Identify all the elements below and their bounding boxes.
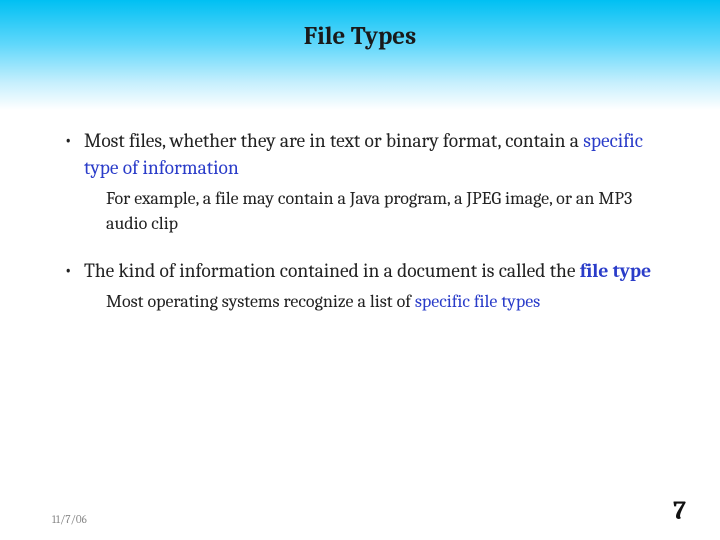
footer-page-number: 7: [673, 496, 686, 526]
bullet-subtext: For example, a file may contain a Java p…: [62, 187, 674, 236]
subtext-accent: specific file types: [415, 291, 540, 312]
slide-body: Most files, whether they are in text or …: [0, 110, 720, 315]
slide-title: File Types: [304, 22, 417, 51]
slide-footer: 11/7/06 7: [0, 496, 720, 526]
footer-date: 11/7/06: [52, 513, 87, 526]
bullet-item: The kind of information contained in a d…: [62, 258, 674, 285]
bullet-subtext: Most operating systems recognize a list …: [62, 290, 674, 314]
bullet-text-pre: The kind of information contained in a d…: [84, 259, 580, 282]
header-band: File Types: [0, 0, 720, 110]
bullet-text-accent: file type: [580, 259, 651, 282]
bullet-text-pre: Most files, whether they are in text or …: [84, 129, 583, 152]
subtext-pre: Most operating systems recognize a list …: [106, 291, 415, 312]
bullet-item: Most files, whether they are in text or …: [62, 128, 674, 181]
